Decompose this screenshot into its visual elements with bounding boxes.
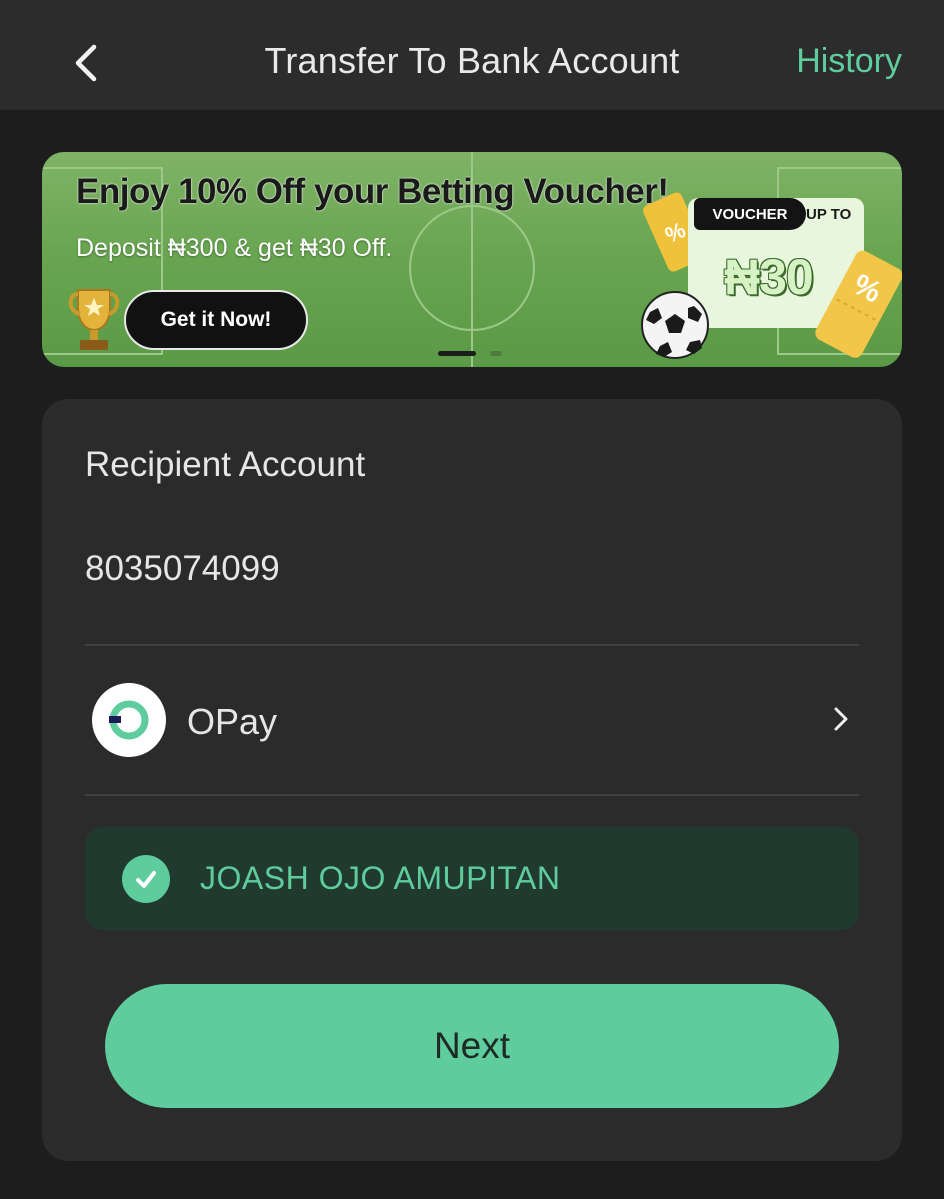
opay-logo-icon [92, 683, 166, 757]
discount-ticket-icon: % [815, 250, 902, 358]
bank-name: OPay [187, 701, 278, 742]
recipient-account-label: Recipient Account [85, 445, 366, 484]
banner-subtitle: Deposit ₦300 & get ₦30 Off. [76, 234, 393, 262]
banner-title: Enjoy 10% Off your Betting Voucher! [76, 172, 669, 211]
voucher-amount: ₦30 [724, 249, 814, 305]
transfer-form-card: Recipient Account OPay JOASH OJO AMUPITA… [42, 399, 902, 1161]
carousel-dot[interactable] [490, 351, 502, 356]
promo-banner[interactable]: Enjoy 10% Off your Betting Voucher! Depo… [42, 152, 902, 367]
top-bar: Transfer To Bank Account History [0, 0, 944, 110]
history-link[interactable]: History [796, 42, 902, 81]
next-button[interactable]: Next [105, 984, 839, 1108]
account-number-input[interactable] [85, 539, 859, 599]
get-it-now-button[interactable]: Get it Now! [124, 290, 308, 350]
bank-selector[interactable]: OPay [85, 646, 859, 794]
soccer-ball-icon [641, 291, 709, 359]
verified-account-name: JOASH OJO AMUPITAN [85, 827, 859, 930]
carousel-indicator [438, 351, 502, 356]
voucher-upto-label: UP TO [806, 206, 852, 223]
account-holder-name: JOASH OJO AMUPITAN [200, 860, 561, 896]
divider [85, 794, 859, 796]
chevron-right-icon [834, 707, 848, 731]
check-circle-icon [122, 855, 170, 903]
carousel-dot-active[interactable] [438, 351, 476, 356]
voucher-tag: VOUCHER [694, 198, 806, 230]
trophy-icon [68, 289, 120, 350]
